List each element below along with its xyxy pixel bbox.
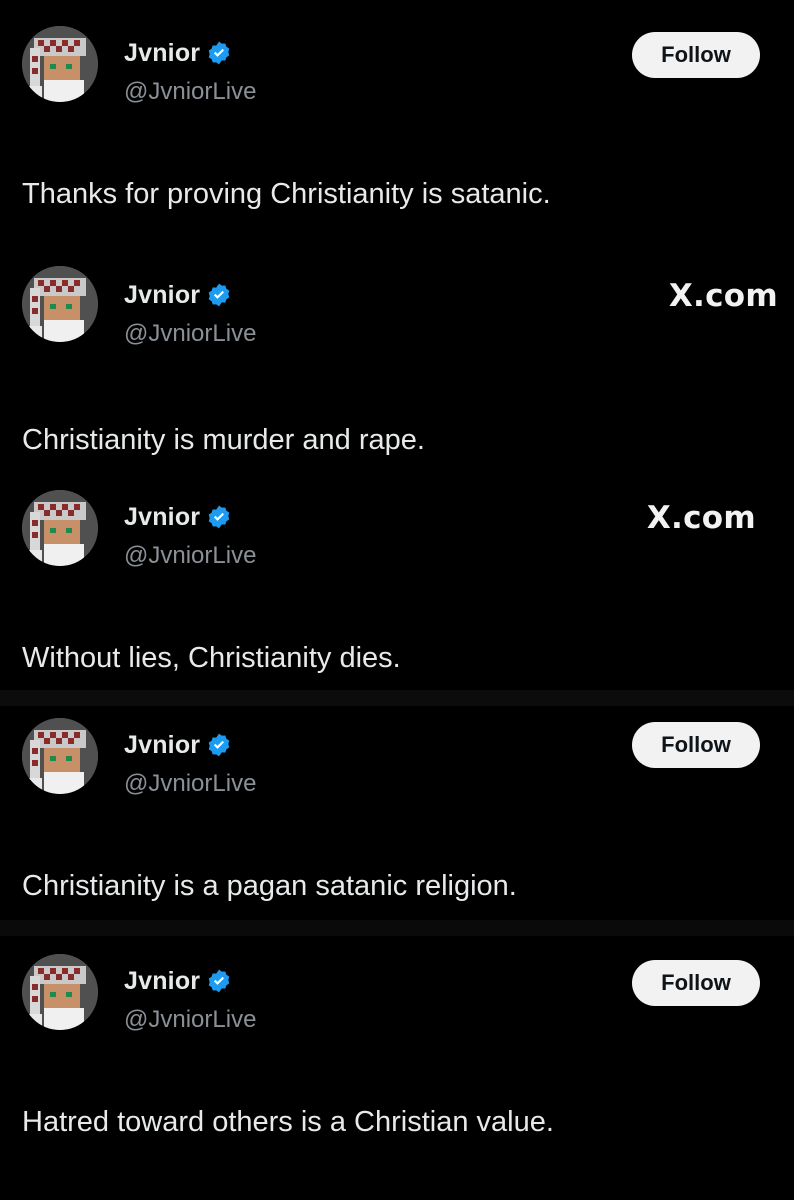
post-text: Hatred toward others is a Christian valu…	[22, 1106, 554, 1138]
handle[interactable]: @JvniorLive	[124, 78, 256, 106]
pixel-avatar-icon	[22, 490, 98, 566]
verified-badge-icon	[208, 283, 230, 307]
follow-button[interactable]: Follow	[632, 960, 760, 1006]
xcom-watermark: X.com	[646, 500, 756, 536]
author-row: Jvnior	[124, 730, 232, 760]
display-name[interactable]: Jvnior	[124, 503, 200, 532]
display-name[interactable]: Jvnior	[124, 39, 200, 68]
author-row: Jvnior	[124, 38, 232, 68]
verified-badge-icon	[208, 505, 230, 529]
post-3: Jvnior @JvniorLive X.com Without lies, C…	[0, 476, 794, 690]
pixel-avatar-icon	[22, 954, 98, 1030]
verified-badge-icon	[208, 41, 230, 65]
author-row: Jvnior	[124, 502, 232, 532]
handle[interactable]: @JvniorLive	[124, 320, 256, 348]
pixel-avatar-icon	[22, 718, 98, 794]
post-text: Christianity is a pagan satanic religion…	[22, 870, 517, 902]
post-text: Thanks for proving Christianity is satan…	[22, 178, 551, 210]
follow-button[interactable]: Follow	[632, 722, 760, 768]
avatar[interactable]	[22, 718, 98, 794]
avatar[interactable]	[22, 954, 98, 1030]
author-row: Jvnior	[124, 280, 232, 310]
post-1: Jvnior @JvniorLive Follow Thanks for pro…	[0, 0, 794, 240]
handle[interactable]: @JvniorLive	[124, 770, 256, 798]
display-name[interactable]: Jvnior	[124, 731, 200, 760]
avatar[interactable]	[22, 266, 98, 342]
avatar[interactable]	[22, 490, 98, 566]
verified-badge-icon	[208, 733, 230, 757]
handle[interactable]: @JvniorLive	[124, 542, 256, 570]
xcom-watermark: X.com	[668, 278, 778, 314]
follow-button[interactable]: Follow	[632, 32, 760, 78]
divider	[0, 920, 794, 936]
pixel-avatar-icon	[22, 26, 98, 102]
post-4: Jvnior @JvniorLive Follow Christianity i…	[0, 706, 794, 920]
avatar[interactable]	[22, 26, 98, 102]
post-text: Christianity is murder and rape.	[22, 424, 425, 456]
post-2: Jvnior @JvniorLive X.com Christianity is…	[0, 240, 794, 476]
divider	[0, 690, 794, 706]
post-text: Without lies, Christianity dies.	[22, 642, 401, 674]
handle[interactable]: @JvniorLive	[124, 1006, 256, 1034]
display-name[interactable]: Jvnior	[124, 281, 200, 310]
author-row: Jvnior	[124, 966, 232, 996]
post-5: Jvnior @JvniorLive Follow Hatred toward …	[0, 936, 794, 1200]
verified-badge-icon	[208, 969, 230, 993]
display-name[interactable]: Jvnior	[124, 967, 200, 996]
pixel-avatar-icon	[22, 266, 98, 342]
